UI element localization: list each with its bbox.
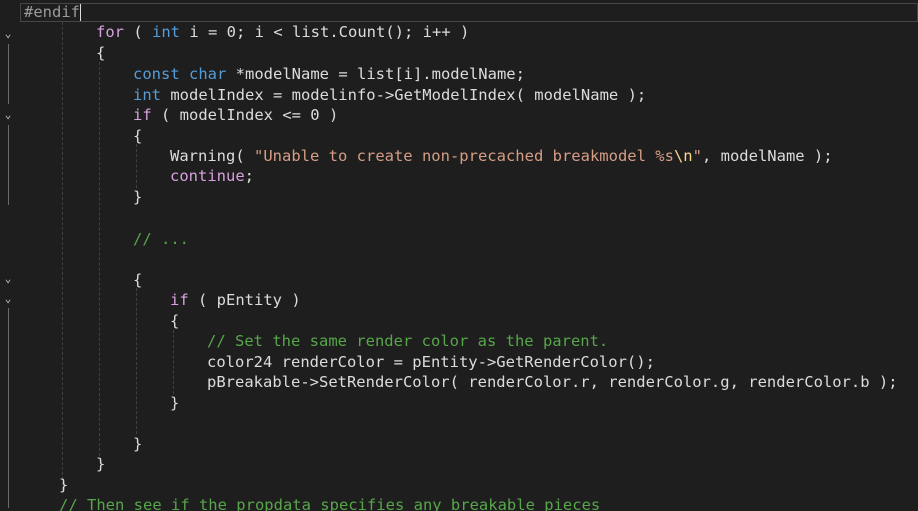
code-line[interactable]: } bbox=[59, 475, 68, 495]
code-line[interactable]: { bbox=[96, 43, 105, 63]
code-token: } bbox=[96, 455, 106, 473]
code-token: const bbox=[133, 65, 180, 83]
code-token: // Set the same render color as the pare… bbox=[207, 332, 609, 350]
current-line-highlight bbox=[20, 3, 918, 22]
indent-guide bbox=[136, 288, 137, 434]
code-token: // Then see if the propdata specifies an… bbox=[59, 496, 601, 511]
code-token: // ... bbox=[133, 230, 189, 248]
code-token: " bbox=[692, 147, 702, 165]
code-token: \n bbox=[673, 147, 693, 165]
code-line[interactable]: const char *modelName = list[i].modelNam… bbox=[133, 64, 525, 84]
code-editor[interactable]: ⌄ ⌄ ⌄ ⌄ #endif for ( int i = 0; i < list.… bbox=[0, 0, 918, 511]
code-token: , modelName ); bbox=[701, 147, 833, 165]
code-token: Warning( bbox=[170, 147, 254, 165]
code-line[interactable]: { bbox=[133, 126, 142, 146]
code-token: color24 renderColor = pEntity->GetRender… bbox=[207, 353, 655, 371]
code-line[interactable]: } bbox=[170, 393, 179, 413]
code-line[interactable]: if ( modelIndex <= 0 ) bbox=[133, 105, 338, 125]
code-token: continue bbox=[170, 167, 245, 185]
code-token: { bbox=[96, 44, 106, 62]
code-token: if bbox=[133, 106, 152, 124]
indent-guide bbox=[136, 144, 137, 188]
code-token: char bbox=[189, 65, 227, 83]
code-line[interactable]: // ... bbox=[133, 229, 189, 249]
chevron-down-icon[interactable]: ⌄ bbox=[2, 109, 14, 121]
code-line[interactable]: for ( int i = 0; i < list.Count(); i++ ) bbox=[96, 22, 469, 42]
indent-guide bbox=[62, 22, 63, 490]
code-token: #endif bbox=[24, 3, 80, 21]
code-line[interactable]: { bbox=[133, 270, 142, 290]
code-token: pBreakable->SetRenderColor( renderColor.… bbox=[207, 373, 898, 391]
code-token: } bbox=[170, 394, 180, 412]
code-token: 0 bbox=[226, 23, 237, 41]
fold-region-line bbox=[8, 125, 9, 205]
code-line[interactable]: } bbox=[96, 454, 105, 474]
code-token: } bbox=[133, 188, 143, 206]
code-token: ( bbox=[124, 23, 152, 41]
code-token: *modelName = list[i].modelName; bbox=[226, 65, 525, 83]
text-cursor bbox=[80, 4, 81, 21]
fold-region-line bbox=[8, 308, 9, 508]
code-token: { bbox=[170, 312, 180, 330]
editor-gutter: ⌄ ⌄ ⌄ ⌄ bbox=[0, 0, 20, 511]
code-line[interactable]: Warning( "Unable to create non-precached… bbox=[170, 146, 833, 166]
code-token: { bbox=[133, 127, 143, 145]
code-token: } bbox=[59, 476, 69, 494]
code-token: int bbox=[152, 23, 180, 41]
chevron-down-icon[interactable]: ⌄ bbox=[2, 28, 14, 40]
code-line[interactable]: // Then see if the propdata specifies an… bbox=[59, 495, 600, 511]
code-token: "Unable to create non-precached breakmod… bbox=[254, 147, 674, 165]
code-line[interactable]: { bbox=[170, 311, 179, 331]
code-token: for bbox=[96, 23, 124, 41]
code-line[interactable]: if ( pEntity ) bbox=[170, 290, 301, 310]
fold-region-line bbox=[8, 44, 9, 104]
code-line[interactable]: } bbox=[133, 434, 142, 454]
code-line[interactable]: #endif bbox=[24, 2, 81, 22]
code-token: ( modelIndex <= 0 ) bbox=[151, 106, 339, 124]
chevron-down-icon[interactable]: ⌄ bbox=[2, 273, 14, 285]
code-token: modelIndex = modelinfo->GetModelIndex( m… bbox=[161, 86, 647, 104]
indent-guide bbox=[99, 62, 100, 456]
code-line[interactable]: int modelIndex = modelinfo->GetModelInde… bbox=[133, 85, 646, 105]
code-line[interactable]: } bbox=[133, 187, 142, 207]
code-token: ; bbox=[244, 167, 254, 185]
code-token: i = bbox=[180, 23, 227, 41]
code-token: } bbox=[133, 435, 143, 453]
indent-guide bbox=[173, 330, 174, 394]
code-token: if bbox=[170, 291, 189, 309]
code-line[interactable]: color24 renderColor = pEntity->GetRender… bbox=[207, 352, 655, 372]
code-line[interactable]: pBreakable->SetRenderColor( renderColor.… bbox=[207, 372, 898, 392]
code-line[interactable]: // Set the same render color as the pare… bbox=[207, 331, 608, 351]
code-token: int bbox=[133, 86, 161, 104]
chevron-down-icon[interactable]: ⌄ bbox=[2, 293, 14, 305]
code-token: ( pEntity ) bbox=[188, 291, 301, 309]
code-token: { bbox=[133, 271, 143, 289]
code-token: ; i < list.Count(); i++ ) bbox=[236, 23, 470, 41]
code-line[interactable]: continue; bbox=[170, 166, 254, 186]
